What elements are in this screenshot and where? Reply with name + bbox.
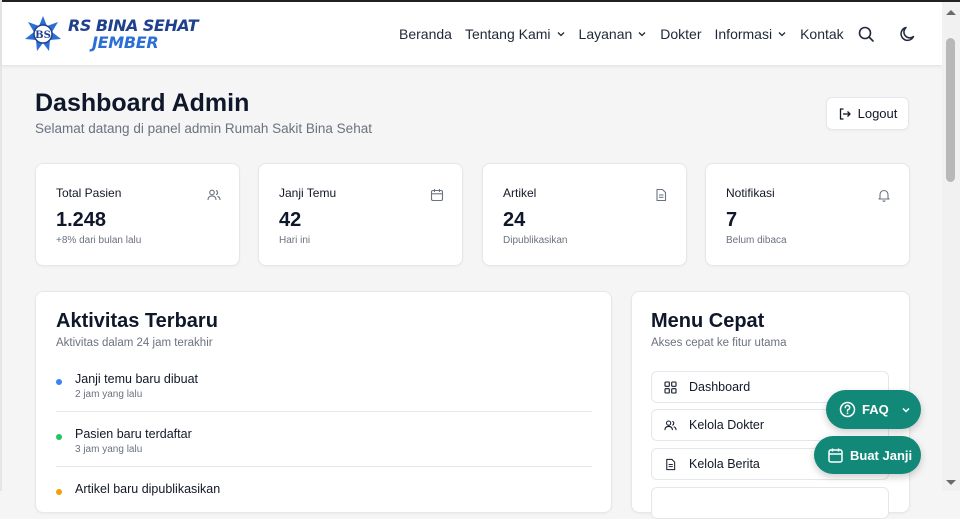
moon-icon[interactable] [898,24,918,44]
page-scrollbar[interactable] [942,2,960,491]
stat-card-total-pasien: Total Pasien 1.248 +8% dari bulan lalu [35,163,240,266]
stat-label: Total Pasien [56,186,122,200]
nav-layanan[interactable]: Layanan [579,26,648,42]
scroll-up-arrow-icon[interactable] [946,10,956,15]
bell-icon [878,189,890,202]
chevron-down-icon [638,31,646,36]
stat-subtext: Hari ini [279,235,311,246]
search-icon[interactable] [856,24,876,44]
nav-beranda[interactable]: Beranda [399,26,452,42]
stat-value: 1.248 [56,209,107,231]
divider [56,411,592,412]
chevron-down-icon [557,31,565,36]
status-dot [56,379,62,385]
stat-card-notifikasi: Notifikasi 7 Belum dibaca [705,163,910,266]
main-menu: Beranda Tentang Kami Layanan Dokter Info… [399,2,857,65]
chevron-down-icon [778,31,786,36]
svg-text:BS: BS [35,30,51,41]
nav-informasi[interactable]: Informasi [715,26,788,42]
activity-description: Aktivitas dalam 24 jam terakhir [56,337,213,349]
scroll-down-arrow-icon[interactable] [946,480,956,485]
divider [56,466,592,467]
stat-label: Notifikasi [726,186,775,200]
book-appointment-button[interactable]: Buat Janji [814,436,921,474]
nav-kontak[interactable]: Kontak [800,26,844,42]
status-dot [56,489,62,495]
window-left-edge [0,0,2,491]
page-subtitle: Selamat datang di panel admin Rumah Saki… [35,121,372,136]
quick-menu-item-partial[interactable] [651,487,889,519]
logout-button[interactable]: Logout [826,97,909,130]
quick-menu-description: Akses cepat ke fitur utama [651,337,787,349]
users-icon [207,189,221,201]
recent-activity-card: Aktivitas Terbaru Aktivitas dalam 24 jam… [35,291,612,513]
status-dot [56,434,62,440]
stat-value: 42 [279,209,302,231]
stat-subtext: +8% dari bulan lalu [56,235,142,246]
stat-card-artikel: Artikel 24 Dipublikasikan [482,163,687,266]
help-circle-icon [839,401,856,418]
scrollbar-thumb[interactable] [946,38,955,182]
chevron-down-icon [902,407,910,413]
stat-subtext: Dipublikasikan [503,235,568,246]
faq-button[interactable]: FAQ [826,390,921,429]
stat-label: Artikel [503,186,537,200]
grid-icon [664,380,677,394]
hospital-emblem-icon: BS [25,16,61,51]
quick-menu-title: Menu Cepat [651,310,765,332]
page-title: Dashboard Admin [35,89,250,117]
document-icon [666,458,676,470]
nav-tentang-kami[interactable]: Tentang Kami [465,26,566,42]
brand-name: RS BINA SEHAT [68,15,199,35]
brand-city: JEMBER [92,32,159,52]
document-icon [656,188,667,202]
brand-logo[interactable]: BS RS BINA SEHAT JEMBER [24,14,199,54]
stat-value: 7 [726,209,738,231]
stat-label: Janji Temu [279,186,337,200]
users-icon [664,420,677,430]
stat-value: 24 [503,209,526,231]
activity-title: Aktivitas Terbaru [56,310,218,332]
top-navbar: BS RS BINA SEHAT JEMBER Beranda Tentang … [2,2,942,66]
stat-subtext: Belum dibaca [726,235,787,246]
logout-icon [839,107,851,120]
calendar-icon [430,189,444,202]
nav-dokter[interactable]: Dokter [660,26,701,42]
stat-card-janji-temu: Janji Temu 42 Hari ini [258,163,463,266]
calendar-icon [828,448,843,463]
